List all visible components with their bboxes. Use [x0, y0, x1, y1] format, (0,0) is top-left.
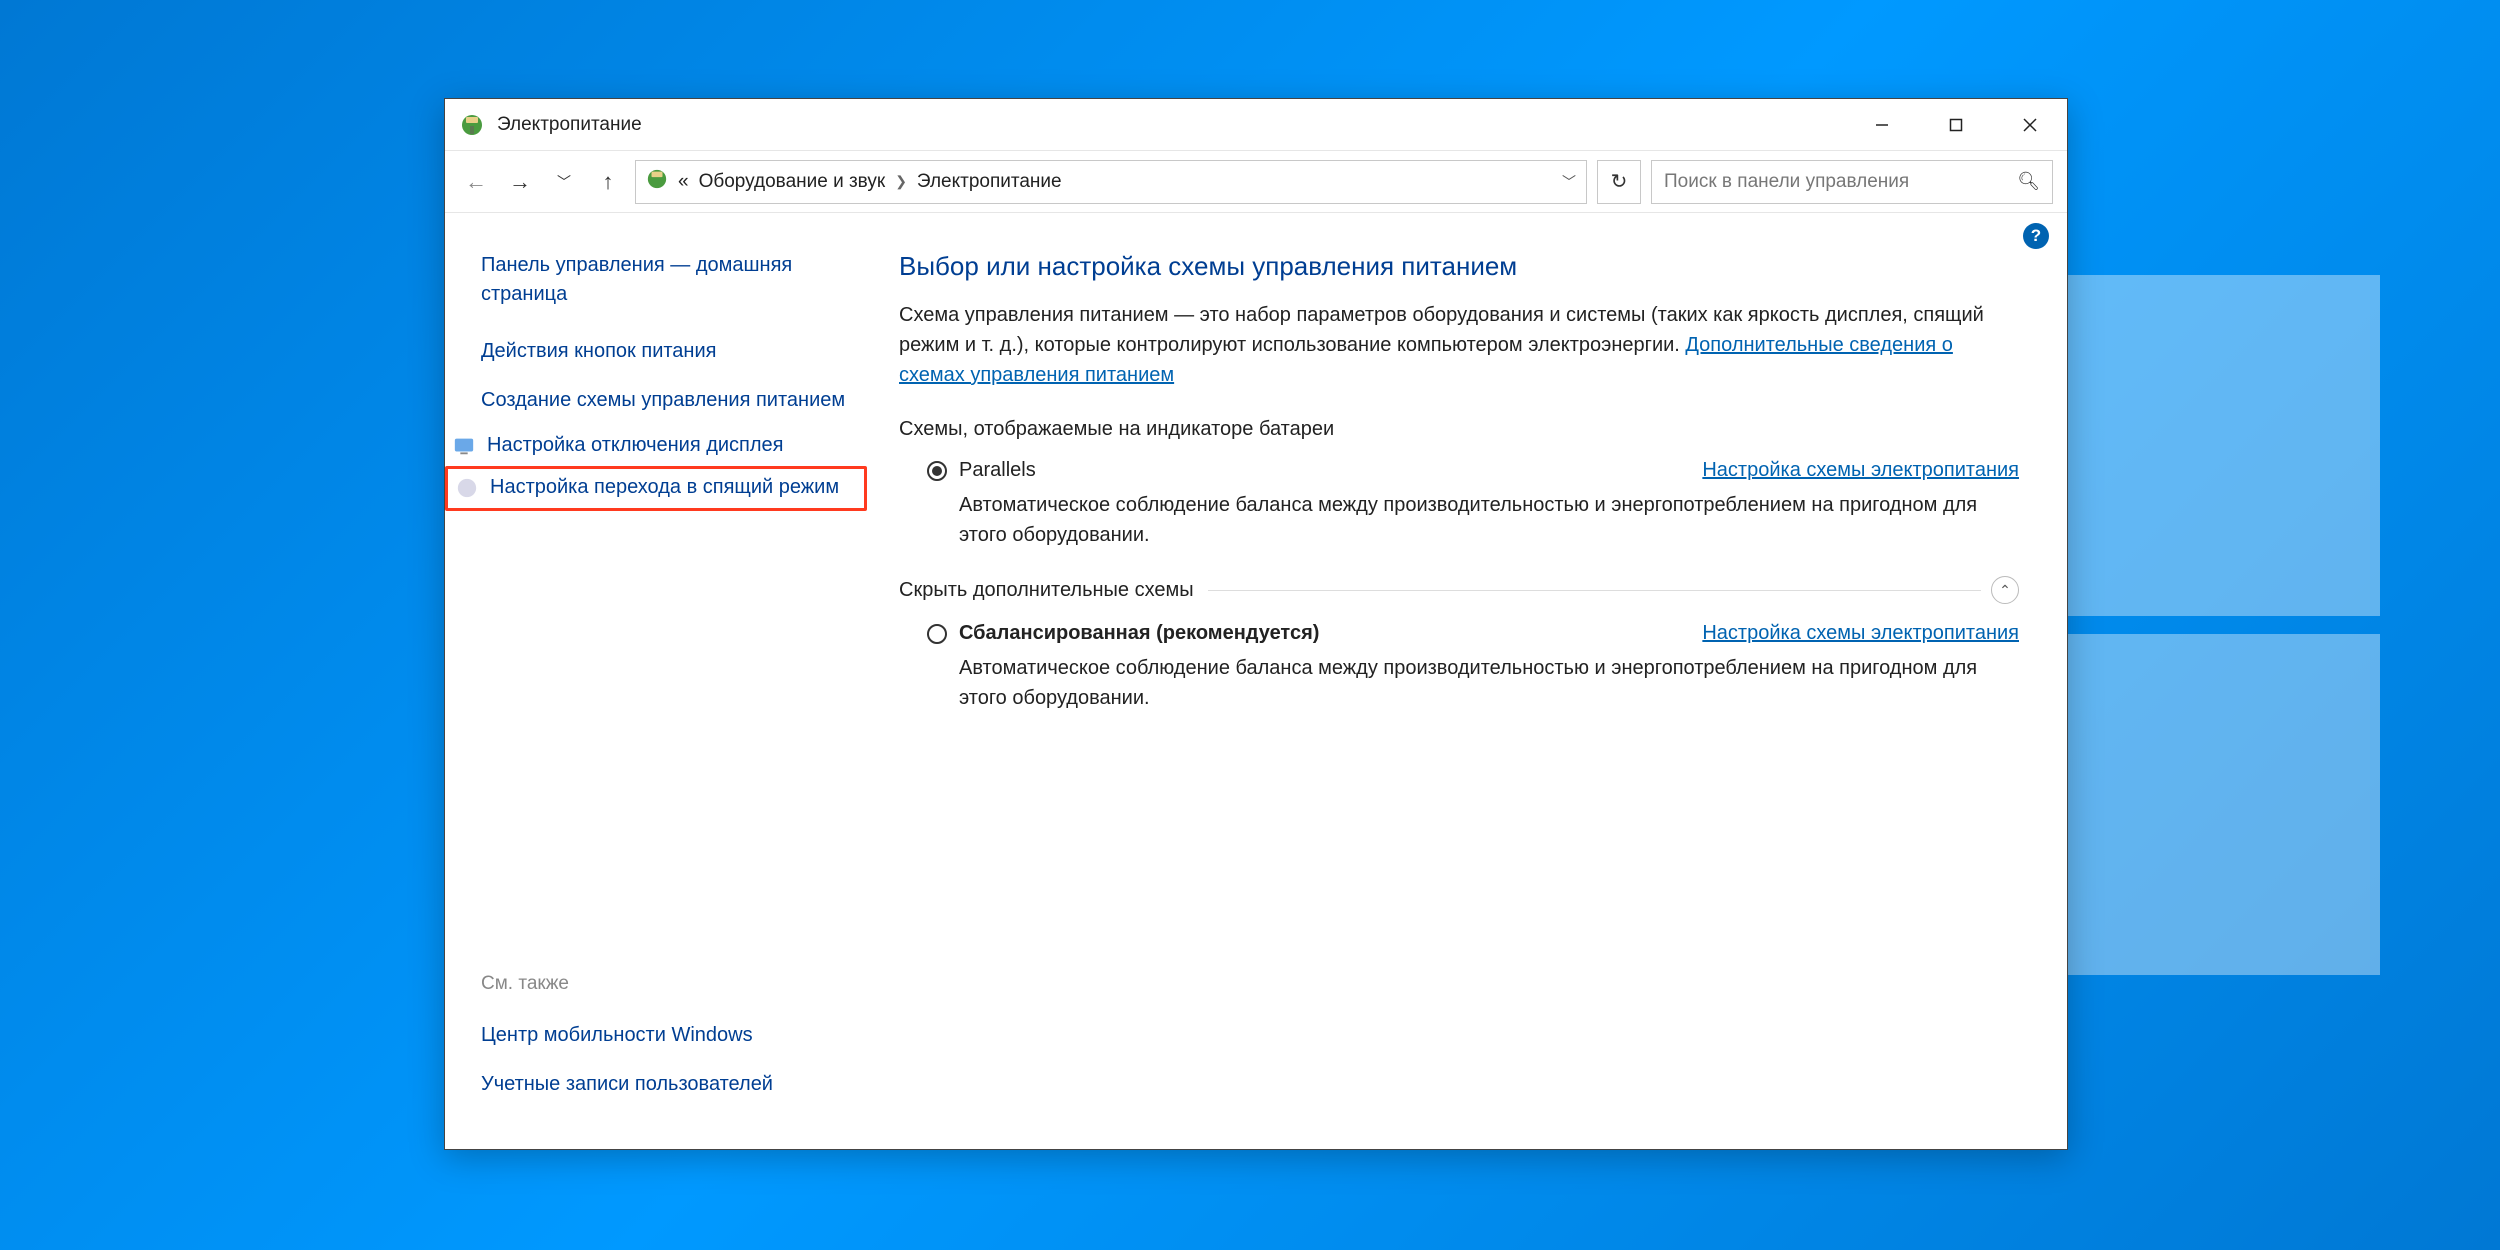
control-panel-window: Электропитание ← → ﹀ ↑ « Оборудование и …	[444, 98, 2068, 1150]
control-panel-home-link[interactable]: Панель управления — домашняя страница	[481, 241, 875, 327]
see-also-header: См. также	[481, 973, 875, 995]
radio-balanced[interactable]	[927, 624, 947, 644]
section-hide-additional[interactable]: Скрыть дополнительные схемы ⌃	[899, 576, 2019, 604]
moon-icon	[454, 475, 480, 501]
minimize-button[interactable]	[1845, 99, 1919, 151]
collapse-icon[interactable]: ⌃	[1991, 576, 2019, 604]
power-plan-parallels: Parallels Настройка схемы электропитания…	[899, 459, 2019, 576]
search-input[interactable]: Поиск в панели управления 🔍︎	[1651, 160, 2053, 204]
search-placeholder: Поиск в панели управления	[1664, 171, 1909, 193]
section-battery-plans: Схемы, отображаемые на индикаторе батаре…	[899, 418, 2019, 441]
back-button[interactable]: ←	[459, 165, 493, 199]
breadcrumb-item[interactable]: Оборудование и звук	[699, 171, 886, 193]
see-also-user-accounts[interactable]: Учетные записи пользователей	[481, 1060, 875, 1109]
up-button[interactable]: ↑	[591, 165, 625, 199]
titlebar: Электропитание	[445, 99, 2067, 151]
navigation-bar: ← → ﹀ ↑ « Оборудование и звук ❯ Электроп…	[445, 151, 2067, 213]
breadcrumb-prefix: «	[678, 171, 689, 193]
help-button[interactable]: ?	[2023, 223, 2049, 249]
address-bar[interactable]: « Оборудование и звук ❯ Электропитание ﹀	[635, 160, 1587, 204]
close-button[interactable]	[1993, 99, 2067, 151]
page-heading: Выбор или настройка схемы управления пит…	[899, 251, 2019, 282]
refresh-button[interactable]: ↻	[1597, 160, 1641, 204]
plan-name: Parallels	[959, 459, 1036, 482]
plan-description: Автоматическое соблюдение баланса между …	[927, 482, 2019, 550]
sidebar-item-sleep-settings[interactable]: Настройка перехода в спящий режим	[445, 466, 867, 511]
power-options-icon	[459, 112, 485, 138]
plan-name: Сбалансированная (рекомендуется)	[959, 622, 1319, 645]
search-icon: 🔍︎	[2017, 171, 2040, 192]
sidebar-item-button-actions[interactable]: Действия кнопок питания	[481, 327, 875, 376]
forward-button[interactable]: →	[503, 165, 537, 199]
sidebar-item-display-off[interactable]: Настройка отключения дисплея	[445, 425, 875, 466]
change-plan-settings-link[interactable]: Настройка схемы электропитания	[1702, 459, 2019, 482]
see-also-mobility-center[interactable]: Центр мобильности Windows	[481, 1011, 875, 1060]
radio-parallels[interactable]	[927, 461, 947, 481]
page-description: Схема управления питанием — это набор па…	[899, 300, 2019, 390]
power-options-icon	[646, 168, 668, 195]
power-plan-balanced: Сбалансированная (рекомендуется) Настрой…	[899, 622, 2019, 739]
plan-description: Автоматическое соблюдение баланса между …	[927, 645, 2019, 713]
recent-dropdown[interactable]: ﹀	[547, 165, 581, 199]
change-plan-settings-link[interactable]: Настройка схемы электропитания	[1702, 622, 2019, 645]
window-title: Электропитание	[497, 114, 642, 136]
monitor-icon	[451, 433, 477, 459]
chevron-down-icon[interactable]: ﹀	[1562, 172, 1576, 192]
sidebar-item-create-plan[interactable]: Создание схемы управления питанием	[481, 376, 875, 425]
maximize-button[interactable]	[1919, 99, 1993, 151]
sidebar: Панель управления — домашняя страница Де…	[445, 213, 875, 1149]
main-content: Выбор или настройка схемы управления пит…	[875, 213, 2067, 1149]
chevron-right-icon[interactable]: ❯	[895, 173, 907, 190]
breadcrumb-item[interactable]: Электропитание	[917, 171, 1062, 193]
